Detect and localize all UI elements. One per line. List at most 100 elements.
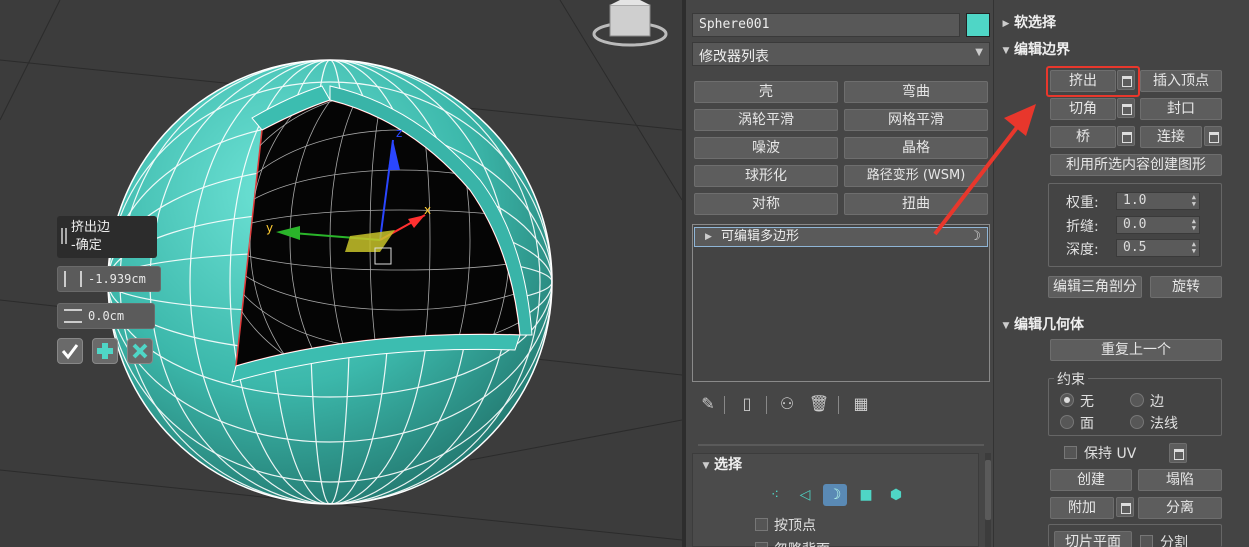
- depth-value: 0.5: [1123, 240, 1147, 255]
- collapse-button[interactable]: 塌陷: [1138, 469, 1222, 491]
- spinner-arrows-icon[interactable]: ▲ ▼: [1192, 194, 1196, 208]
- slice-plane-button[interactable]: 切片平面: [1054, 531, 1132, 547]
- soft-selection-header[interactable]: ▶ 软选择: [998, 13, 1056, 33]
- polygon-mode-icon[interactable]: ■: [854, 484, 878, 506]
- weight-value: 1.0: [1123, 193, 1147, 208]
- collapse-triangle-icon: ▼: [702, 461, 710, 471]
- modifier-twist-button[interactable]: 扭曲: [844, 193, 988, 215]
- border-mode-icon[interactable]: ☽: [823, 484, 847, 506]
- modifier-spherify-button[interactable]: 球形化: [694, 165, 838, 187]
- remove-modifier-icon[interactable]: 🗑: [808, 393, 830, 415]
- make-unique-icon[interactable]: ⚇: [776, 393, 798, 415]
- modifier-meshsmooth-button[interactable]: 网格平滑: [844, 109, 988, 131]
- crease-label: 折缝:: [1066, 219, 1099, 235]
- modifier-scrollbar-thumb[interactable]: [985, 460, 991, 520]
- weight-spinner[interactable]: 1.0 ▲ ▼: [1116, 192, 1200, 210]
- object-name-text: Sphere001: [699, 17, 770, 32]
- constraint-face-radio[interactable]: [1060, 415, 1074, 429]
- modifier-turbosmooth-button[interactable]: 涡轮平滑: [694, 109, 838, 131]
- caddy-title-line2: -确定: [71, 238, 102, 253]
- modifier-shell-button[interactable]: 壳: [694, 81, 838, 103]
- create-button[interactable]: 创建: [1050, 469, 1132, 491]
- width-icon: [64, 309, 82, 323]
- expand-triangle-icon[interactable]: ▶: [705, 228, 712, 246]
- caddy-apply-button[interactable]: [92, 338, 118, 364]
- connect-button[interactable]: 连接: [1140, 126, 1202, 148]
- configure-sets-icon[interactable]: ▦: [850, 393, 872, 415]
- svg-text:x: x: [424, 203, 431, 217]
- constraint-none-radio[interactable]: [1060, 393, 1074, 407]
- crease-spinner[interactable]: 0.0 ▲ ▼: [1116, 216, 1200, 234]
- caddy-height-field[interactable]: -1.939cm: [57, 266, 161, 292]
- modifier-stack: ▶ 可编辑多边形 ☽: [692, 224, 990, 382]
- vertex-mode-icon[interactable]: ⁖: [763, 484, 787, 506]
- extrude-highlight-box: [1046, 66, 1140, 97]
- bridge-settings-icon[interactable]: [1117, 126, 1135, 146]
- split-label: 分割: [1160, 535, 1188, 547]
- modifier-list-dropdown[interactable]: 修改器列表 ▼: [692, 42, 990, 66]
- edit-geometry-header[interactable]: ▼ 编辑几何体: [998, 315, 1084, 335]
- ignore-backface-checkbox[interactable]: [755, 542, 768, 547]
- object-name-field[interactable]: Sphere001: [692, 13, 960, 37]
- edge-mode-icon: ☽: [969, 229, 981, 244]
- modifier-bend-button[interactable]: 弯曲: [844, 81, 988, 103]
- preserve-uv-settings-icon[interactable]: [1169, 443, 1187, 463]
- chamfer-settings-icon[interactable]: [1117, 98, 1135, 118]
- modifier-symmetry-button[interactable]: 对称: [694, 193, 838, 215]
- viewport[interactable]: z x y 挤出边 -确定 -1.939cm 0.0cm: [0, 0, 682, 547]
- spinner-arrows-icon[interactable]: ▲ ▼: [1192, 241, 1196, 255]
- insert-vertex-button[interactable]: 插入顶点: [1140, 70, 1222, 92]
- caddy-grip-icon[interactable]: [61, 228, 67, 244]
- by-vertex-checkbox[interactable]: [755, 518, 768, 531]
- constraint-normal-radio[interactable]: [1130, 415, 1144, 429]
- edit-borders-header[interactable]: ▼ 编辑边界: [998, 40, 1070, 60]
- turn-button[interactable]: 旋转: [1150, 276, 1222, 298]
- constraint-edge-radio[interactable]: [1130, 393, 1144, 407]
- soft-selection-label: 软选择: [1014, 15, 1056, 31]
- detach-button[interactable]: 分离: [1138, 497, 1222, 519]
- caddy-cancel-button[interactable]: [127, 338, 153, 364]
- toolbar-separator: [766, 396, 767, 414]
- constraints-label: 约束: [1054, 369, 1088, 389]
- panel-splitter[interactable]: [698, 444, 984, 446]
- constraint-edge-label: 边: [1150, 394, 1164, 410]
- by-vertex-label: 按顶点: [774, 518, 816, 534]
- height-icon: [64, 271, 82, 287]
- cap-button[interactable]: 封口: [1140, 98, 1222, 120]
- selection-header[interactable]: ▼ 选择: [698, 455, 742, 475]
- split-checkbox[interactable]: [1140, 535, 1153, 547]
- modifier-pathdeform-button[interactable]: 路径变形 (WSM): [844, 165, 988, 187]
- constraint-normal-label: 法线: [1150, 416, 1178, 432]
- selection-header-label: 选择: [714, 457, 742, 473]
- caddy-ok-button[interactable]: [57, 338, 83, 364]
- constraint-none-label: 无: [1080, 394, 1094, 410]
- chamfer-button[interactable]: 切角: [1050, 98, 1116, 120]
- expand-triangle-icon: ▶: [1002, 19, 1010, 29]
- spinner-arrows-icon[interactable]: ▲ ▼: [1192, 218, 1196, 232]
- preserve-uv-label: 保持 UV: [1084, 446, 1137, 462]
- pin-stack-icon[interactable]: ✎: [697, 393, 719, 415]
- depth-label: 深度:: [1066, 242, 1099, 258]
- caddy-width-field[interactable]: 0.0cm: [57, 303, 155, 329]
- caddy-title-line1: 挤出边: [71, 220, 111, 235]
- svg-text:z: z: [396, 126, 402, 140]
- constraint-face-label: 面: [1080, 416, 1094, 432]
- attach-button[interactable]: 附加: [1050, 497, 1114, 519]
- modifier-noise-button[interactable]: 噪波: [694, 137, 838, 159]
- edge-select-icon[interactable]: ◁: [793, 484, 817, 506]
- bridge-button[interactable]: 桥: [1050, 126, 1116, 148]
- preserve-uv-checkbox[interactable]: [1064, 446, 1077, 459]
- depth-spinner[interactable]: 0.5 ▲ ▼: [1116, 239, 1200, 257]
- object-color-swatch[interactable]: [966, 13, 990, 37]
- edit-triangulation-button[interactable]: 编辑三角剖分: [1048, 276, 1142, 298]
- create-shape-button[interactable]: 利用所选内容创建图形: [1050, 154, 1222, 176]
- modifier-lattice-button[interactable]: 晶格: [844, 137, 988, 159]
- connect-settings-icon[interactable]: [1204, 126, 1222, 146]
- caddy-title: 挤出边 -确定: [57, 216, 157, 258]
- element-mode-icon[interactable]: ⬢: [884, 484, 908, 506]
- stack-item-editable-poly[interactable]: ▶ 可编辑多边形 ☽: [694, 227, 988, 247]
- repeat-last-button[interactable]: 重复上一个: [1050, 339, 1222, 361]
- attach-settings-icon[interactable]: [1116, 497, 1134, 517]
- show-end-result-icon[interactable]: ▯: [736, 393, 758, 415]
- edit-geometry-label: 编辑几何体: [1014, 317, 1084, 333]
